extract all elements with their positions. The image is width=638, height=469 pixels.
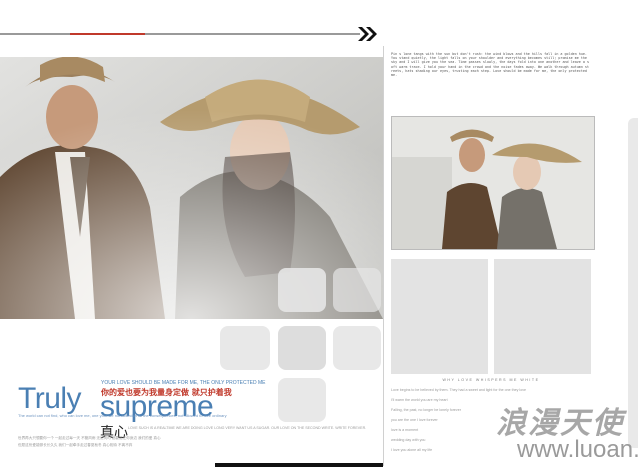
deco-tile xyxy=(278,326,326,370)
placeholder-box xyxy=(391,259,488,374)
deco-tile xyxy=(278,268,326,312)
couple-photo xyxy=(391,116,595,250)
right-text-line: Love begins to be believed by them. They… xyxy=(391,388,526,392)
page-divider xyxy=(383,46,384,466)
watermark-site: www.luoan.cn xyxy=(517,436,638,463)
headline-word-2: supreme xyxy=(100,390,214,423)
header-rule xyxy=(0,33,360,35)
caption-line: 但愿这份爱能够长长久久 我们一起牵手走过春夏秋冬 真心相待 不离不弃 xyxy=(18,443,133,447)
deco-tile xyxy=(278,378,326,422)
deco-tile xyxy=(220,326,270,370)
deco-tile xyxy=(333,268,381,312)
header-rule-accent xyxy=(70,33,145,35)
placeholder-box xyxy=(494,259,591,374)
body-text-block: Pin s lone tangs with the sun but don't … xyxy=(391,52,590,78)
deco-tile xyxy=(333,326,381,370)
headline-word-1: Truly xyxy=(18,382,82,415)
headline-small-text: YOUR LOVE SHOULD BE MADE FOR ME, THE ONL… xyxy=(101,380,266,386)
scroll-handle[interactable] xyxy=(628,118,638,448)
right-text-title: WHY LOVE WHISPERS ME WHITE xyxy=(442,378,540,382)
headline-tagline: The world can not find, who can love me,… xyxy=(18,413,227,418)
footer-bar xyxy=(215,463,383,467)
caption-line: 世界再大只想要你一个 一起走过每一天 不管风雨 无论何时 都要陪在你身边 我们的… xyxy=(18,436,161,440)
double-chevron-right-icon[interactable] xyxy=(357,25,379,43)
caption-line: LOVE SUCH IS A REALTIME WE ARE DOING LOV… xyxy=(128,426,367,430)
